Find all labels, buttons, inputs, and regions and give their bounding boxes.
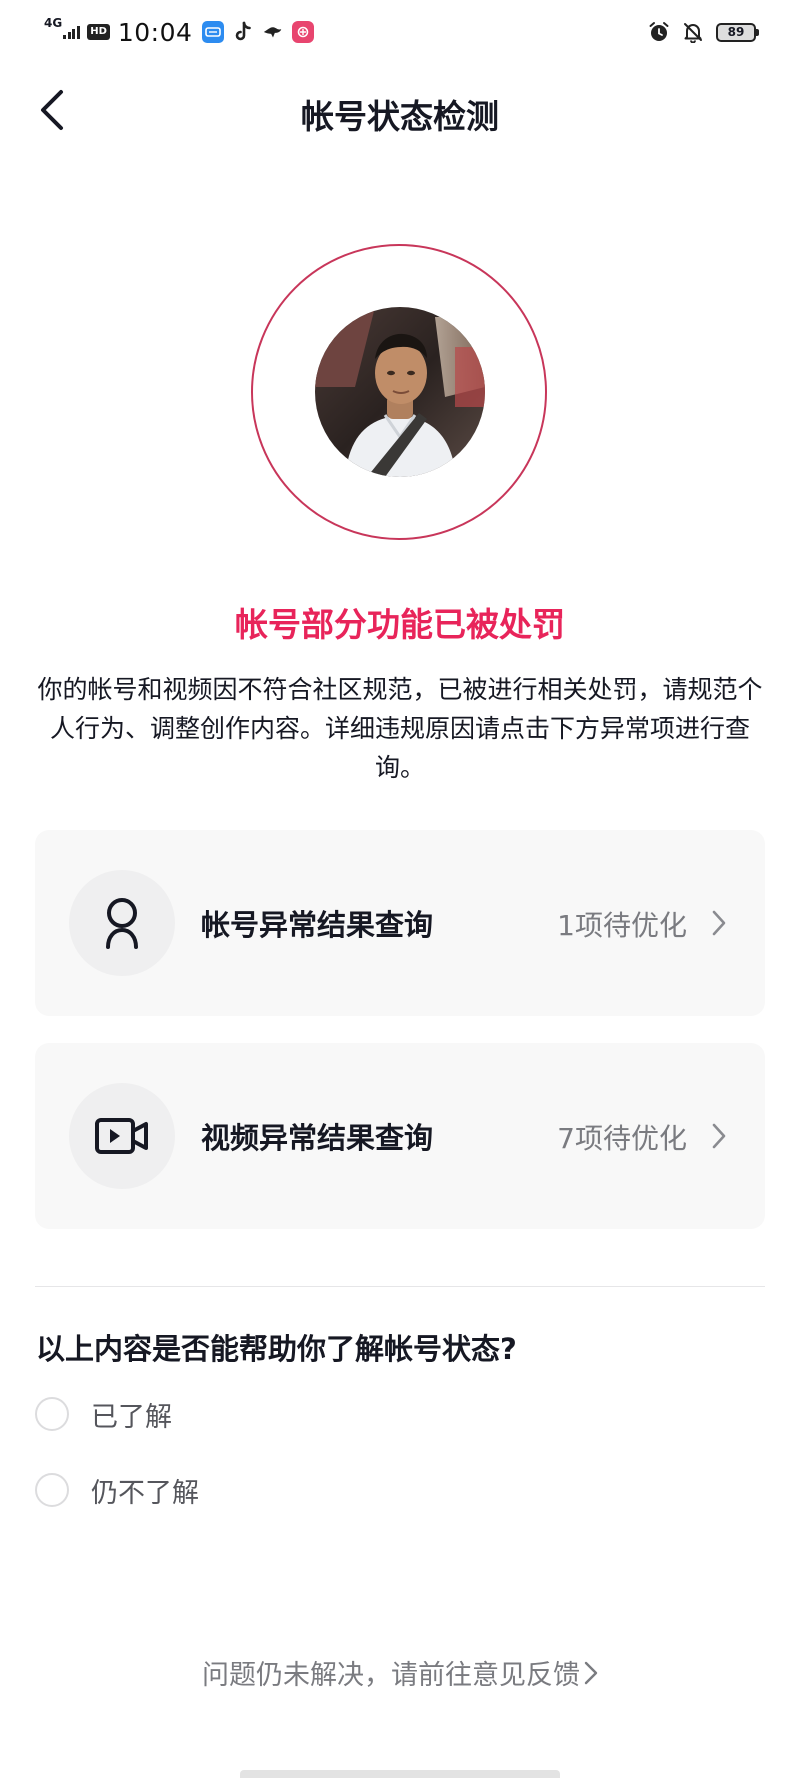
account-result-card[interactable]: 帐号异常结果查询 1项待优化 <box>35 830 765 1016</box>
status-headline: 帐号部分功能已被处罚 <box>235 605 565 644</box>
radio-button[interactable] <box>35 1397 69 1431</box>
status-time: 10:04 <box>117 17 193 47</box>
card-label: 帐号异常结果查询 <box>201 908 434 942</box>
page-title: 帐号状态检测 <box>301 97 499 136</box>
card-icon-circle <box>69 1083 175 1189</box>
nav-bar: 帐号状态检测 <box>0 64 800 160</box>
survey-option-label: 仍不了解 <box>91 1477 199 1509</box>
bell-off-icon <box>682 21 704 43</box>
chevron-right-icon <box>584 1661 598 1692</box>
battery-icon: 89 <box>716 22 759 42</box>
alarm-icon <box>648 21 670 43</box>
card-count: 7项待优化 <box>557 1122 687 1155</box>
status-description: 你的帐号和视频因不符合社区规范，已被进行相关处罚，请规范个人行为、调整创作内容。… <box>37 675 763 782</box>
divider <box>35 1286 765 1287</box>
card-icon-circle <box>69 870 175 976</box>
tiktok-icon <box>232 21 254 43</box>
feedback-link-text: 问题仍未解决，请前往意见反馈 <box>202 1660 580 1691</box>
chevron-right-icon <box>709 906 729 940</box>
chevron-right-icon <box>709 1119 729 1153</box>
card-label: 视频异常结果查询 <box>201 1121 434 1155</box>
video-camera-icon <box>94 1116 150 1156</box>
app-red-icon <box>292 21 315 43</box>
radio-button[interactable] <box>35 1473 69 1507</box>
survey-option-label: 已了解 <box>91 1401 172 1433</box>
feedback-link[interactable]: 问题仍未解决，请前往意见反馈 <box>0 1653 800 1692</box>
card-count: 1项待优化 <box>557 909 687 942</box>
avatar <box>315 307 485 477</box>
status-bar: 4G HD 10:04 89 <box>0 0 800 64</box>
survey-question: 以上内容是否能帮助你了解帐号状态? <box>36 1332 517 1366</box>
status-bar-left: 4G HD 10:04 <box>44 14 322 50</box>
home-indicator <box>240 1770 560 1778</box>
network-type: 4G <box>44 16 63 30</box>
hd-badge: HD <box>87 24 110 40</box>
bird-icon <box>262 21 284 43</box>
signal-icon <box>63 25 81 39</box>
user-icon <box>100 895 144 951</box>
status-bar-right: 89 <box>648 18 759 46</box>
survey-option-understood[interactable]: 已了解 <box>35 1393 172 1435</box>
video-result-card[interactable]: 视频异常结果查询 7项待优化 <box>35 1043 765 1229</box>
survey-option-not-understood[interactable]: 仍不了解 <box>35 1469 199 1511</box>
app-badge-icon <box>202 21 225 43</box>
